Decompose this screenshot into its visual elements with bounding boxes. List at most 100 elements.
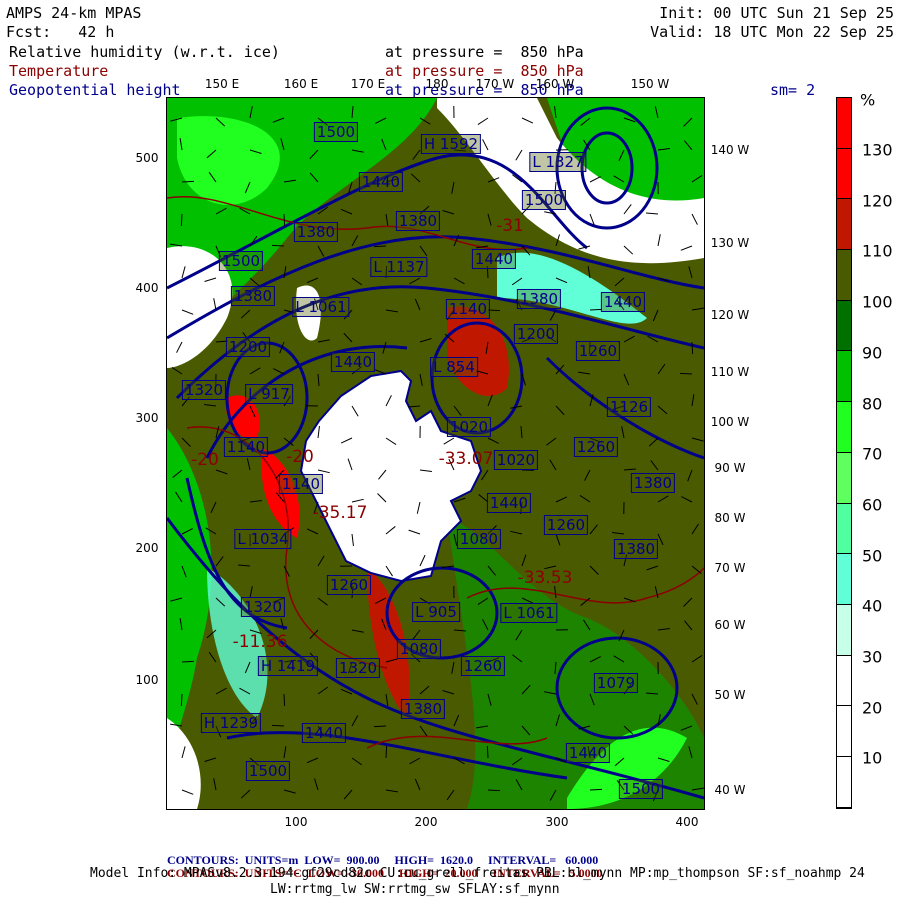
colorbar-tick-label: 40 — [862, 596, 883, 616]
colorbar-tick-label: 90 — [862, 343, 883, 363]
wind-barb — [180, 213, 183, 227]
height-contour-label: L 905 — [412, 602, 460, 622]
colorbar-tick-label: 30 — [862, 647, 883, 667]
longitude-label: 110 W — [710, 365, 750, 379]
height-contour-label: L 1061 — [500, 603, 558, 623]
colorbar-tick-label: 60 — [862, 495, 883, 515]
height-contour-label: 1380 — [230, 286, 276, 306]
wind-barb — [283, 693, 286, 707]
init-time: Init: 00 UTC Sun 21 Sep 25 — [659, 4, 894, 22]
colorbar-band — [837, 706, 851, 757]
colorbar-tick-label: 70 — [862, 444, 883, 464]
height-contour-label: 1260 — [460, 656, 506, 676]
colorbar-band — [837, 402, 851, 453]
temperature-contour-label: -35.17 — [312, 503, 368, 523]
longitude-label: 160 E — [283, 77, 319, 91]
colorbar-tick-label: 10 — [862, 748, 883, 768]
x-axis-tick-label: 300 — [545, 815, 569, 829]
colorbar-band — [837, 655, 851, 707]
height-contour-label: L 1327 — [529, 152, 587, 172]
height-contour-label: 1020 — [446, 417, 492, 437]
longitude-label: 50 W — [714, 688, 746, 702]
height-contour-label: H 1239 — [200, 713, 262, 733]
height-contour-label: 1320 — [335, 658, 381, 678]
x-axis-tick-label: 400 — [675, 815, 699, 829]
colorbar-band — [837, 554, 851, 605]
longitude-label: 100 W — [710, 415, 750, 429]
longitude-label: 80 W — [714, 511, 746, 525]
height-contour-label: 1020 — [493, 450, 539, 470]
wind-barb — [181, 180, 195, 183]
wind-barb — [271, 724, 285, 727]
colorbar-band — [837, 604, 851, 656]
wind-barb — [679, 372, 693, 375]
height-contour-label: 1260 — [326, 575, 372, 595]
wind-barb — [589, 788, 603, 791]
wind-barb — [180, 693, 183, 707]
height-contour-label: 1380 — [613, 539, 659, 559]
valid-time: Valid: 18 UTC Mon 22 Sep 25 — [650, 23, 894, 41]
longitude-label: 130 W — [710, 236, 750, 250]
x-axis-tick-label: 200 — [414, 815, 438, 829]
height-contour-label: 1200 — [225, 337, 271, 357]
colorbar-band — [837, 452, 851, 504]
forecast-hour: Fcst: 42 h — [6, 23, 115, 41]
colorbar-band — [837, 756, 851, 808]
colorbar-tick-label: 130 — [862, 140, 893, 160]
model-info-2: LW:rrtmg_lw SW:rrtmg_sw SFLAY:sf_mynn — [270, 882, 560, 897]
height-contour-label: L 1061 — [292, 297, 350, 317]
height-contour-label: 1440 — [471, 249, 517, 269]
height-contour-label: 1440 — [565, 743, 611, 763]
wind-barb — [487, 789, 501, 792]
colorbar-band — [837, 300, 851, 352]
height-contour-label: 1080 — [396, 639, 442, 659]
wind-barb — [181, 660, 195, 663]
colorbar-band — [837, 250, 851, 301]
colorbar-tick-label: 50 — [862, 546, 883, 566]
height-contour-label: L 1034 — [234, 529, 292, 549]
height-contour-label: 1320 — [240, 597, 286, 617]
wind-barb — [283, 213, 286, 227]
height-contour-label: 1079 — [593, 673, 639, 693]
colorbar-tick-label: 80 — [862, 394, 883, 413]
colorbar-band — [837, 98, 851, 149]
colorbar-tick-label: 120 — [862, 191, 893, 211]
longitude-label: 150 E — [204, 77, 240, 91]
colorbar-band — [837, 148, 851, 200]
field-temp-name: Temperature — [9, 62, 109, 80]
height-contour-label: L 1137 — [370, 257, 428, 277]
colorbar-tick-label: 110 — [862, 241, 893, 261]
longitude-label: 70 W — [714, 561, 746, 575]
height-contour-label: 1500 — [618, 779, 664, 799]
height-contour-label: L 854 — [430, 357, 478, 377]
temperature-contour-label: -11.36 — [232, 632, 288, 652]
height-contour-label: 1500 — [245, 761, 291, 781]
colorbar-unit: % — [860, 90, 876, 110]
height-contour-label: 1080 — [456, 529, 502, 549]
longitude-label: 90 W — [714, 461, 746, 475]
height-contour-label: 1380 — [293, 222, 339, 242]
height-contour-label: H 1592 — [420, 134, 482, 154]
y-axis-tick-label: 100 — [135, 673, 159, 687]
colorbar-band — [837, 503, 851, 555]
y-axis-tick-label: 200 — [135, 541, 159, 555]
height-contour-label: 1440 — [600, 292, 646, 312]
longitude-label: 170 W — [475, 77, 515, 91]
height-contour-label: 1380 — [516, 289, 562, 309]
longitude-label: 40 W — [714, 783, 746, 797]
longitude-label: 170 E — [350, 77, 386, 91]
height-contour-label: 1500 — [521, 190, 567, 210]
model-info: Model Info: MPASv8.2.3-194-gf29cd82c CU:… — [90, 866, 865, 881]
height-contour-label: 1260 — [573, 437, 619, 457]
temperature-contour-label: -20 — [191, 450, 219, 470]
colorbar-band — [837, 199, 851, 251]
height-contour-label: 1260 — [543, 515, 589, 535]
longitude-label: 60 W — [714, 618, 746, 632]
longitude-label: 160 W — [535, 77, 575, 91]
height-contour-label: 1140 — [223, 437, 269, 457]
colorbar-band — [837, 351, 851, 403]
height-contour-label: L 917 — [245, 384, 293, 404]
temperature-contour-label: -33.07 — [438, 449, 494, 469]
height-contour-label: 1440 — [330, 352, 376, 372]
field-rh-level: at pressure = 850 hPa — [385, 43, 584, 61]
